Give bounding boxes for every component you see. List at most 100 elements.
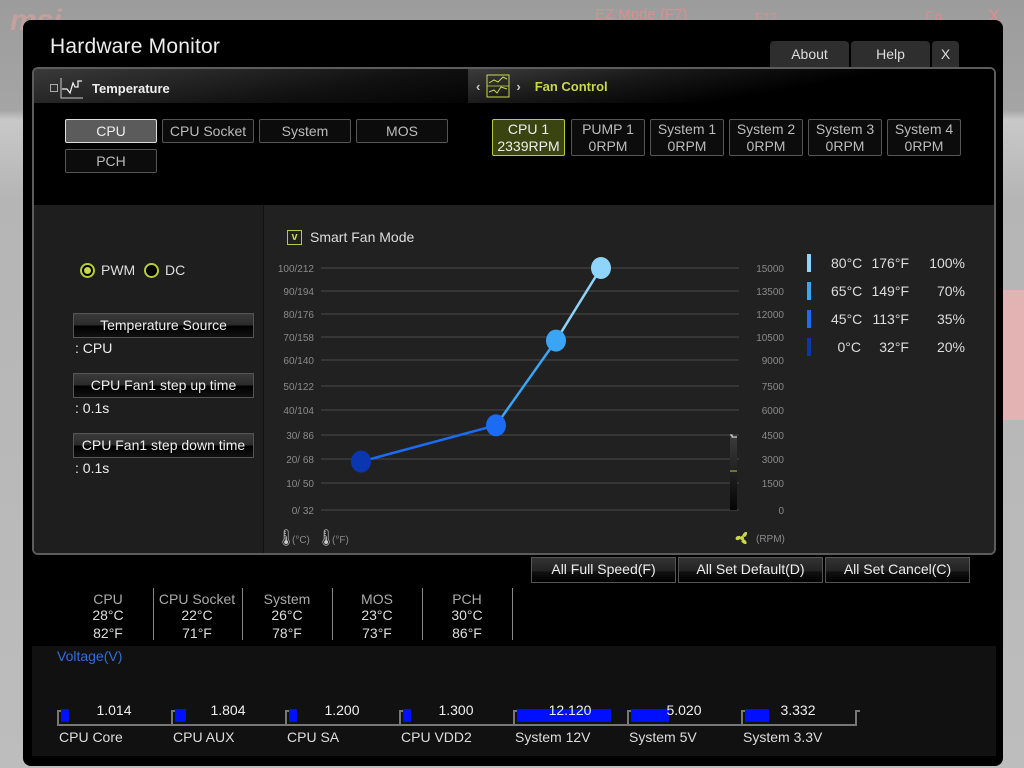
curve-point[interactable] [546, 329, 566, 352]
legend-swatch [807, 254, 811, 272]
sensor-cpu[interactable]: CPU [65, 119, 157, 143]
y-right-tick-label: 1500 [762, 479, 785, 490]
all-set-cancel-button[interactable]: All Set Cancel(C) [825, 557, 970, 583]
fan-system4[interactable]: System 4 0RPM [887, 119, 961, 156]
fan-graph-icon [486, 74, 510, 98]
temp-celsius: 28°C [92, 607, 124, 623]
fan-name: CPU 1 [507, 121, 550, 137]
step-up-time-button[interactable]: CPU Fan1 step up time [73, 373, 254, 398]
smart-fan-mode-toggle[interactable]: v Smart Fan Mode [287, 229, 414, 245]
voltage-label: System 3.3V [743, 729, 823, 745]
tab-fan-control[interactable]: ‹ › Fan Control [468, 69, 994, 103]
fan-system2[interactable]: System 2 0RPM [729, 119, 803, 156]
voltage-gauge: 1.200 [285, 702, 399, 726]
voltage-gauge: 12.120 [513, 702, 627, 726]
curve-point[interactable] [591, 257, 611, 279]
step-up-time-value: : 0.1s [75, 400, 110, 416]
radio-unchecked-icon [144, 262, 159, 278]
pwm-radio[interactable]: PWM [80, 262, 135, 278]
sensor-system[interactable]: System [259, 119, 351, 143]
next-arrow-icon[interactable]: › [516, 79, 520, 94]
gauge-track [513, 724, 627, 726]
rpm-gauge [730, 437, 737, 510]
fan-system1[interactable]: System 1 0RPM [650, 119, 724, 156]
y-left-tick-label: 0/ 32 [292, 506, 315, 517]
voltage-value: 1.804 [210, 702, 246, 718]
legend-row: 65°C 149°F 70% [807, 282, 965, 300]
all-set-default-button[interactable]: All Set Default(D) [678, 557, 823, 583]
temp-name: PCH [452, 591, 482, 607]
temp-fahrenheit: 78°F [272, 625, 302, 641]
step-down-time-value: : 0.1s [75, 460, 110, 476]
tab-bar: Temperature ‹ › Fan Control [34, 69, 994, 103]
legend-percent: 100% [929, 255, 965, 271]
legend-row: 0°C 32°F 20% [807, 338, 965, 356]
celsius-unit-label: (°C) [292, 535, 310, 546]
sensor-mos[interactable]: MOS [356, 119, 448, 143]
hardware-monitor-window: Hardware Monitor About Help X Temperatur… [23, 20, 1003, 766]
y-left-tick-label: 50/122 [283, 382, 314, 393]
y-left-tick-label: 80/176 [283, 310, 314, 321]
voltage-gauge: 1.014 [57, 702, 171, 726]
main-panel: Temperature ‹ › Fan Control CPU CPU Sock… [32, 67, 996, 555]
fan-rpm: 0RPM [667, 138, 707, 154]
voltage-value: 12.120 [548, 702, 592, 718]
smart-fan-mode-label: Smart Fan Mode [310, 229, 415, 245]
checkbox-checked-icon: v [287, 229, 302, 245]
y-right-tick-label: 7500 [762, 382, 785, 393]
radio-checked-icon [80, 262, 95, 278]
temp-celsius: 26°C [271, 607, 303, 623]
legend-percent: 35% [936, 311, 965, 327]
curve-point[interactable] [351, 450, 371, 473]
voltage-label: System 12V [515, 729, 591, 745]
help-button[interactable]: Help [851, 41, 930, 67]
temp-readout-cpu: CPU 28°C 82°F [63, 591, 153, 641]
step-down-time-button[interactable]: CPU Fan1 step down time [73, 433, 254, 458]
temp-name: CPU [93, 591, 123, 607]
legend-fahrenheit: 113°F [872, 311, 909, 327]
fan-pump1[interactable]: PUMP 1 0RPM [571, 119, 645, 156]
fan-rpm: 2339RPM [497, 138, 560, 154]
tab-temperature[interactable]: Temperature [50, 77, 170, 99]
y-left-tick-label: 30/ 86 [286, 431, 314, 442]
voltage-gauge: 5.020 [627, 702, 741, 726]
window-title: Hardware Monitor [50, 35, 221, 58]
temp-readout-pch: PCH 30°C 86°F [422, 591, 512, 641]
curve-point[interactable] [486, 414, 506, 437]
about-button[interactable]: About [770, 41, 849, 67]
temp-celsius: 22°C [181, 607, 213, 623]
gauge-track [57, 724, 171, 726]
prev-arrow-icon[interactable]: ‹ [476, 79, 480, 94]
voltage-label: CPU Core [59, 729, 123, 745]
curve-segment [494, 339, 558, 427]
gauge-track [741, 724, 855, 726]
all-full-speed-button[interactable]: All Full Speed(F) [531, 557, 676, 583]
voltage-panel: Voltage(V) 1.014 CPU Core 1.804 CPU AUX 1.20… [32, 646, 996, 756]
sensor-pch[interactable]: PCH [65, 149, 157, 173]
legend-swatch [807, 338, 811, 356]
fan-system3[interactable]: System 3 0RPM [808, 119, 882, 156]
temp-name: System [263, 591, 311, 607]
y-right-tick-label: 9000 [762, 356, 785, 367]
temp-fahrenheit: 82°F [93, 625, 123, 641]
voltage-gauge: 3.332 [741, 702, 855, 726]
dc-radio[interactable]: DC [144, 262, 185, 278]
y-right-tick-label: 12000 [756, 310, 784, 321]
voltage-value: 1.200 [324, 702, 360, 718]
gauge-track [627, 724, 741, 726]
collapse-icon [50, 77, 84, 99]
y-right-tick-label: 6000 [762, 406, 785, 417]
close-button[interactable]: X [932, 41, 959, 67]
temp-name: MOS [361, 591, 393, 607]
voltage-label: CPU VDD2 [401, 729, 472, 745]
legend-swatch [807, 282, 811, 300]
voltage-value: 1.014 [96, 702, 132, 718]
sensor-cpu-socket[interactable]: CPU Socket [162, 119, 254, 143]
y-right-tick-label: 4500 [762, 431, 785, 442]
legend-swatch [807, 310, 811, 328]
legend-percent: 20% [936, 339, 965, 355]
temperature-source-button[interactable]: Temperature Source [73, 313, 254, 338]
fan-curve-chart[interactable]: 0/ 32 0 10/ 50 1500 20/ 68 3000 30/ 86 4500 40/1… [264, 245, 804, 555]
y-right-tick-label: 0 [778, 506, 784, 517]
fan-cpu1[interactable]: CPU 1 2339RPM [492, 119, 565, 156]
